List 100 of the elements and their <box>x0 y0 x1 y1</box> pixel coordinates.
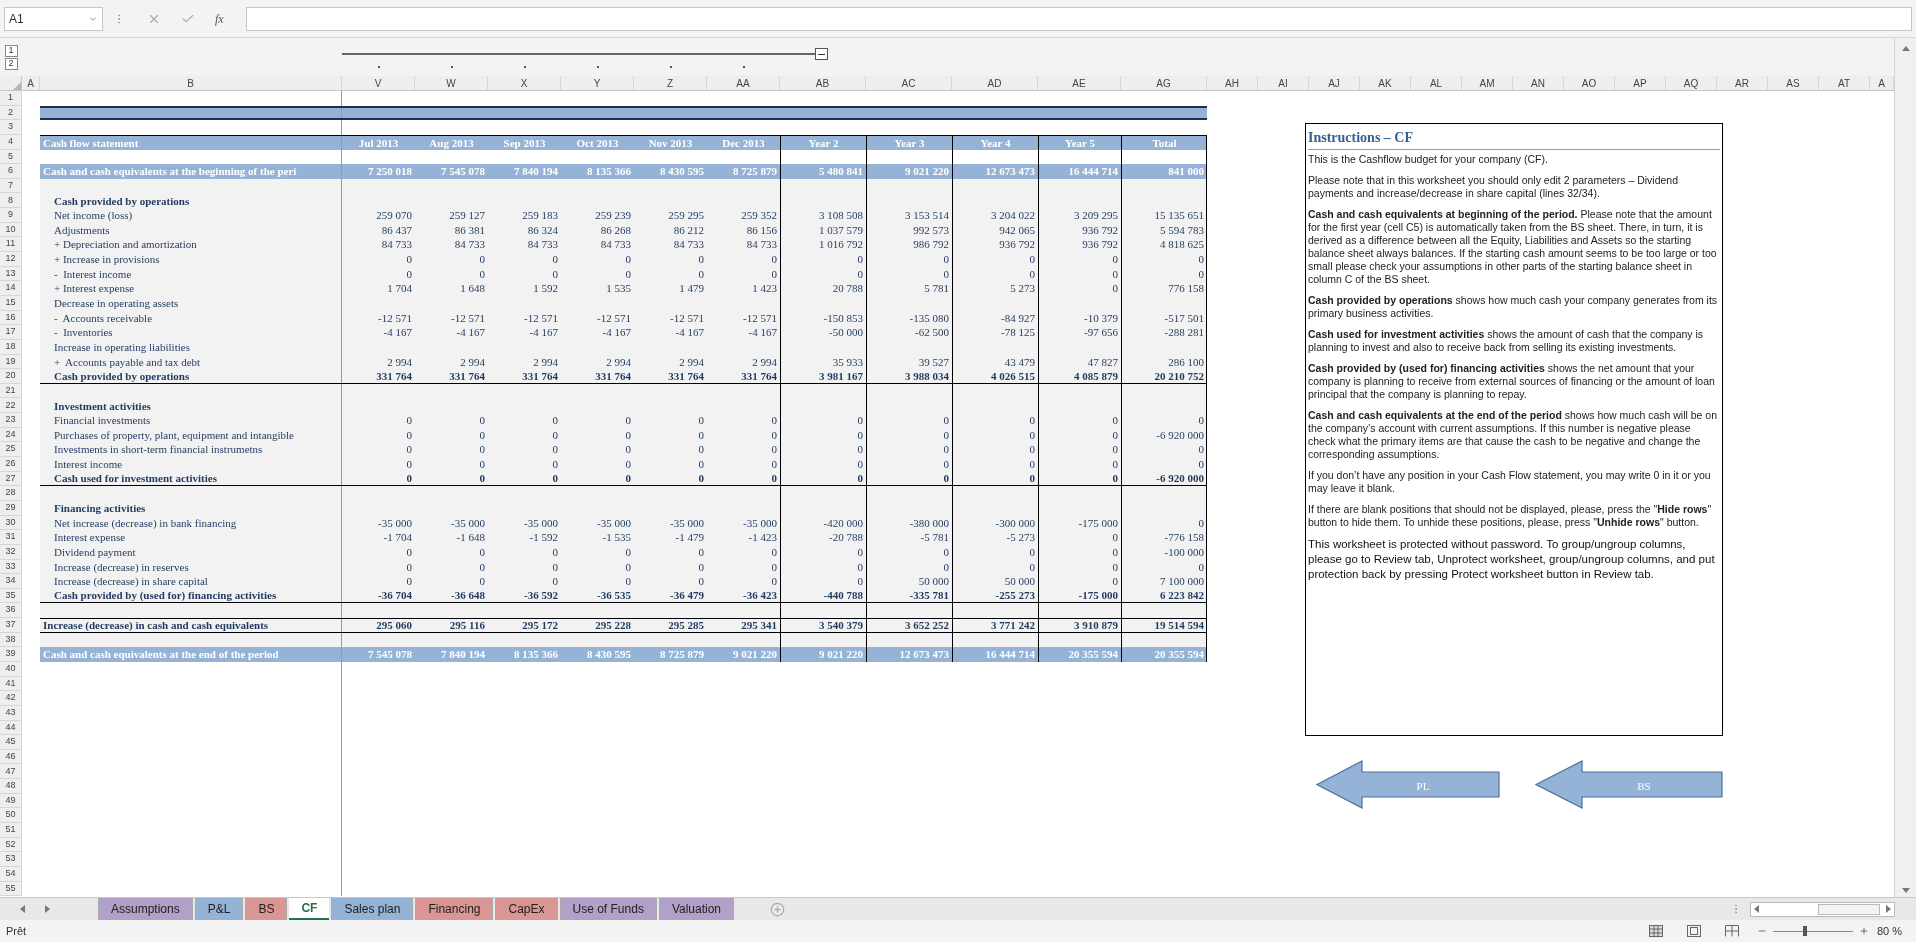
instructions-paragraph: Cash and cash equivalents at beginning of the period. Please note that the amount for the first year (cell C5) is automatically taken from the BS sheet. There, in turn, it is derived as a difference between all the Equity, Liabilities and Assets so the starting balance sheet always balances. If the starting cash amount seems to be too large or too small please check your assumptions in other parts of the starting balance sheet in column C of the BS sheet. <box>1308 208 1718 286</box>
row-number[interactable]: 6 <box>0 164 22 179</box>
row-number[interactable]: 37 <box>0 618 22 633</box>
collapse-icon[interactable] <box>815 48 828 60</box>
column-letter[interactable]: AH <box>1207 76 1258 90</box>
row-number[interactable]: 3 <box>0 120 22 135</box>
sheet-tab[interactable]: CapEx <box>495 898 558 920</box>
row-number[interactable]: 17 <box>0 325 22 340</box>
column-letter[interactable]: AG <box>1121 76 1207 90</box>
column-letter[interactable]: X <box>488 76 561 90</box>
scroll-left-icon[interactable] <box>1752 904 1762 914</box>
formula-input-field[interactable] <box>245 6 1912 31</box>
column-letter[interactable]: AT <box>1819 76 1870 90</box>
zoom-in-icon[interactable] <box>1858 926 1869 936</box>
column-letter[interactable]: AL <box>1411 76 1462 90</box>
sheet-tab[interactable]: BS <box>245 898 288 920</box>
scroll-up-icon[interactable] <box>1900 44 1911 54</box>
outline-level-button[interactable]: 2 <box>4 57 18 70</box>
column-letter[interactable]: AO <box>1564 76 1615 90</box>
sheet-tab[interactable]: CF <box>289 898 330 920</box>
column-letter[interactable]: AB <box>780 76 866 90</box>
column-letter[interactable]: AS <box>1768 76 1819 90</box>
zoom-slider[interactable] <box>1772 926 1853 936</box>
sheet-tab[interactable]: Valuation <box>658 898 735 920</box>
row-number[interactable]: 23 <box>0 413 22 428</box>
row-number[interactable]: 53 <box>0 852 22 867</box>
vertical-scrollbar[interactable] <box>1894 38 1916 897</box>
column-letter[interactable]: AE <box>1038 76 1121 90</box>
column-letter[interactable]: AK <box>1360 76 1411 90</box>
table-cell-text: 0 <box>857 266 863 282</box>
row-number[interactable]: 28 <box>0 486 22 501</box>
row-label: Interest expense <box>54 530 126 546</box>
previous-sheet-icon[interactable] <box>18 904 28 914</box>
table-cell-text: 0 <box>771 427 777 443</box>
column-letter[interactable]: W <box>415 76 488 90</box>
column-letter[interactable]: V <box>342 76 415 90</box>
column-letter[interactable]: AD <box>952 76 1038 90</box>
scroll-thumb[interactable] <box>1817 903 1880 915</box>
row-number[interactable]: 22 <box>0 398 22 414</box>
column-letter[interactable]: AA <box>707 76 780 90</box>
column-letter[interactable]: B <box>40 76 342 90</box>
row-number[interactable]: 48 <box>0 779 22 794</box>
table-cell-text: -4 167 <box>383 325 412 341</box>
horizontal-scrollbar[interactable] <box>1750 901 1895 917</box>
sheet-tab[interactable]: Financing <box>415 898 494 920</box>
page-layout-icon[interactable] <box>1686 925 1701 937</box>
column-letter[interactable]: AJ <box>1309 76 1360 90</box>
sheet-tab[interactable]: Sales plan <box>331 898 414 920</box>
page-break-icon[interactable] <box>1724 925 1739 937</box>
row-number[interactable]: 26 <box>0 457 22 472</box>
column-letter[interactable]: AP <box>1615 76 1666 90</box>
row-number[interactable]: 51 <box>0 823 22 838</box>
row-number[interactable]: 8 <box>0 193 22 209</box>
column-letter[interactable]: AM <box>1462 76 1513 90</box>
table-cell-text: 0 <box>1112 574 1118 590</box>
insert-function-button[interactable]: fx <box>215 9 224 28</box>
row-number[interactable]: 25 <box>0 442 22 457</box>
row-number[interactable]: 34 <box>0 574 22 589</box>
column-letter[interactable]: AQ <box>1666 76 1717 90</box>
column-letter[interactable]: Z <box>634 76 707 90</box>
table-cell-text: 0 <box>1198 515 1204 531</box>
name-box[interactable]: A1 <box>4 6 103 31</box>
table-cell-text: 84 733 <box>381 237 412 253</box>
row-number[interactable]: 20 <box>0 369 22 384</box>
row-number[interactable]: 39 <box>0 647 22 662</box>
table-cell-text: 8 135 366 <box>514 647 558 663</box>
normal-view-icon[interactable] <box>1648 925 1663 937</box>
outline-level-button[interactable]: 1 <box>4 44 18 57</box>
row-number[interactable]: 50 <box>0 808 22 824</box>
row-number[interactable]: 11 <box>0 237 22 253</box>
scroll-down-icon[interactable] <box>1900 885 1911 895</box>
zoom-level[interactable]: 80 % <box>1876 922 1902 940</box>
next-sheet-icon[interactable] <box>42 904 52 914</box>
sheet-tab[interactable]: P&L <box>194 898 244 920</box>
row-number[interactable]: 42 <box>0 691 22 706</box>
column-letter[interactable]: AR <box>1717 76 1768 90</box>
sheet-tab[interactable]: Use of Funds <box>559 898 657 920</box>
row-label: Net income (loss) <box>54 208 133 224</box>
table-cell-text: 0 <box>625 457 631 473</box>
column-letter[interactable]: A <box>22 76 40 90</box>
row-number[interactable]: 47 <box>0 764 22 780</box>
row-number[interactable]: 14 <box>0 281 22 296</box>
row-number[interactable]: 45 <box>0 735 22 750</box>
scroll-right-icon[interactable] <box>1883 904 1893 914</box>
column-letter[interactable]: Y <box>561 76 634 90</box>
column-letter[interactable]: AN <box>1513 76 1564 90</box>
instructions-paragraph: Please note that in this worksheet you should only edit 2 parameters – Dividend payments and increase/decrease in share capital (lines 32/34). <box>1308 174 1680 200</box>
table-cell-text: -36 648 <box>451 588 485 604</box>
row-number[interactable]: 31 <box>0 530 22 545</box>
sheet-tab[interactable]: Assumptions <box>98 898 193 920</box>
row-number[interactable]: 9 <box>0 208 22 223</box>
row-number[interactable]: 12 <box>0 252 22 267</box>
new-sheet-icon[interactable] <box>770 901 786 917</box>
slider-thumb[interactable] <box>1802 926 1807 936</box>
column-letter[interactable]: AC <box>866 76 952 90</box>
table-cell-text: 3 988 034 <box>905 368 949 384</box>
column-letter[interactable]: AI <box>1258 76 1309 90</box>
table-cell-text: -1 704 <box>383 530 412 546</box>
row-number[interactable]: 36 <box>0 603 22 619</box>
row-number[interactable]: 1 <box>0 91 22 106</box>
